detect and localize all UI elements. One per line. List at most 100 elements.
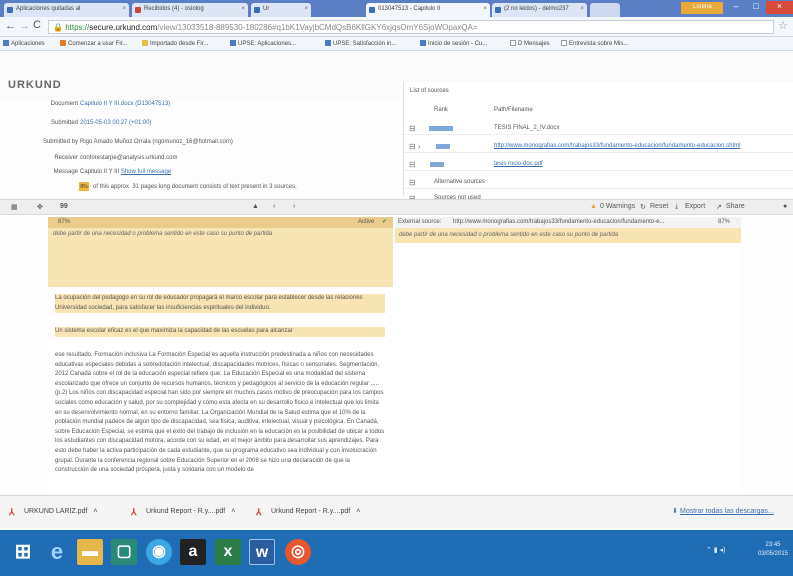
minimize-button[interactable]: – <box>726 1 746 14</box>
amazon-icon[interactable]: a <box>180 539 206 565</box>
page-icon <box>369 7 375 13</box>
bookmark-inicio-sesion[interactable]: Inicio de sesión - Cu... <box>420 40 487 47</box>
download-bar: ⅄ URKUND LARIZ.pdf ˄ ⅄ Urkund Report - R.y.… <box>0 495 793 528</box>
show-full-message-link[interactable]: Show full message <box>121 169 171 175</box>
download-icon: ⬇ <box>672 508 678 515</box>
forward-arrow-icon[interactable]: → <box>19 20 30 32</box>
show-all-downloads-link[interactable]: ⬇ Mostrar todas las descargas... <box>672 504 784 520</box>
windows-start-icon[interactable]: ⊞ <box>10 539 36 565</box>
firefox-icon[interactable]: ◉ <box>146 539 172 565</box>
warnings-button[interactable]: 0 Warnings <box>600 203 635 210</box>
col-rank: Rank <box>434 107 449 113</box>
bookmark-mensajes[interactable]: D Mensajes <box>510 40 550 47</box>
match-header[interactable]: 87% Active ✔ <box>48 217 393 228</box>
prev-arrow-icon[interactable]: ‹ <box>273 203 275 210</box>
submitted-label: Submitted <box>50 120 78 126</box>
chevron-up-icon[interactable]: ˄ <box>231 508 235 515</box>
help-icon[interactable]: ● <box>783 203 787 210</box>
external-source-quote: debe partir de una necesidad o problema … <box>395 228 741 243</box>
address-bar: ← → C 🔒 https://secure.urkund.com/view/1… <box>0 17 793 37</box>
reset-button[interactable]: Reset <box>650 203 668 210</box>
pdf-icon: ⅄ <box>9 507 15 517</box>
lock-icon: 🔒 <box>53 23 63 32</box>
user-profile-badge[interactable]: Lorena <box>681 2 723 14</box>
store-icon[interactable]: ▢ <box>111 539 137 565</box>
taskbar: ⊞ e ▬ ▢ ◉ a x w ◎ ⌃ ▮ ◂) 23:45 03/05/2015 <box>0 530 793 576</box>
word-icon[interactable]: w <box>249 539 275 565</box>
download-item[interactable]: ⅄ Urkund Report - R.y....pdf ˄ <box>130 504 245 520</box>
pdf-icon: ⅄ <box>131 507 137 517</box>
external-source-label: External source: <box>398 219 442 225</box>
chrome-icon[interactable]: ◎ <box>285 539 311 565</box>
bookmark-comenzar[interactable]: Comenzar a usar Fir... <box>60 40 127 47</box>
close-icon[interactable]: × <box>122 6 126 12</box>
rank-bar <box>430 162 444 167</box>
excel-icon[interactable]: x <box>215 539 241 565</box>
new-tab-button[interactable] <box>590 3 620 17</box>
bookmark-aplicaciones[interactable]: Aplicaciones <box>3 40 45 47</box>
tab-aplicaciones[interactable]: Aplicaciones quitadas al × <box>4 3 129 17</box>
tab-gmail[interactable]: Recibidos (4) - osiolog × <box>132 3 248 17</box>
external-source-header[interactable]: External source: http://www.monografias.… <box>395 217 741 228</box>
message-label: Message <box>53 169 78 175</box>
match-percent: 87% <box>58 219 71 225</box>
check-icon: ✔ <box>382 219 388 225</box>
expand-icon[interactable]: ⊟ › <box>409 142 421 151</box>
close-window-button[interactable]: × <box>766 1 793 14</box>
internet-explorer-icon[interactable]: e <box>44 539 70 565</box>
folder-icon <box>142 40 148 46</box>
receiver-label: Receiver <box>54 155 78 161</box>
next-arrow-icon[interactable]: › <box>293 203 295 210</box>
submitted-by-label: Submitted by <box>42 139 78 145</box>
source-row[interactable]: ⊟ tesis rocio-doc.pdf <box>404 158 793 171</box>
back-arrow-icon[interactable]: ← <box>5 20 16 32</box>
source-row-alternative[interactable]: ⊟ Alternative sources <box>404 176 793 189</box>
reload-icon[interactable]: C <box>33 19 41 31</box>
firefox-icon <box>60 40 66 46</box>
bookmark-importado[interactable]: Importado desde Fir... <box>142 40 208 47</box>
sources-panel: List of sources Rank Path/Filename ⊟ TESI… <box>403 82 793 203</box>
up-arrow-icon[interactable]: ▲ <box>252 203 259 210</box>
source-row[interactable]: ⊟ TESIS FINAL_2_IV.docx <box>404 122 793 135</box>
submitted-value: 2015-05-03 00:27 (+01:00) <box>80 120 152 126</box>
expand-icon[interactable]: ⊟ <box>409 178 416 187</box>
url-field[interactable]: 🔒 https://secure.urkund.com/view/1303351… <box>48 20 774 34</box>
bookmark-upse-satisfaccion[interactable]: UPSE: Satisfacción in... <box>325 40 396 47</box>
windows-icon <box>420 40 426 46</box>
quote-icon[interactable]: 99 <box>60 203 68 210</box>
match-status[interactable]: Active <box>358 219 374 225</box>
document-value[interactable]: Capitulo II Y III.docx (D13047513) <box>80 101 170 107</box>
tab-ur[interactable]: Ur × <box>251 3 311 17</box>
apps-icon <box>3 40 9 46</box>
close-icon[interactable]: × <box>483 6 487 12</box>
document-paragraph: Un sistema escolar eficaz es el que maxi… <box>55 327 385 337</box>
bookmark-entrevista[interactable]: Entrevista sobre Mis... <box>561 40 628 47</box>
clock[interactable]: 23:45 03/05/2015 <box>755 541 791 559</box>
external-source-url[interactable]: http://www.monografias.com/trabajos33/fu… <box>453 219 664 225</box>
bookmark-upse-aplicaciones[interactable]: UPSE: Aplicaciones... <box>230 40 296 47</box>
close-icon[interactable]: × <box>241 6 245 12</box>
close-icon[interactable]: × <box>580 6 584 12</box>
export-button[interactable]: Export <box>685 203 705 210</box>
bookmarks-bar: Aplicaciones Comenzar a usar Fir... Impo… <box>0 37 793 51</box>
download-item[interactable]: ⅄ Urkund Report - R.y....pdf ˄ <box>255 504 370 520</box>
similarity-summary: of this approx. 31 pages long document c… <box>93 184 297 190</box>
chevron-up-icon[interactable]: ˄ <box>93 508 97 515</box>
download-item[interactable]: ⅄ URKUND LARIZ.pdf ˄ <box>8 504 118 520</box>
share-button[interactable]: Share <box>726 203 745 210</box>
settings-icon[interactable]: ✥ <box>37 203 43 211</box>
system-tray-icons[interactable]: ⌃ ▮ ◂) <box>706 546 725 554</box>
tab-capitulo[interactable]: 013047513 - Capitulo II × <box>366 3 490 17</box>
star-icon[interactable]: ☆ <box>778 19 788 32</box>
expand-icon[interactable]: ⊟ <box>409 160 416 169</box>
close-icon[interactable]: × <box>304 6 308 12</box>
tab-correo[interactable]: (2 no leidos) - delmo237 × <box>492 3 587 17</box>
file-explorer-icon[interactable]: ▬ <box>77 539 103 565</box>
expand-icon[interactable]: ⊟ <box>409 124 416 133</box>
source-row[interactable]: ⊟ › http://www.monografias.com/trabajos33… <box>404 140 793 153</box>
grid-icon[interactable]: ▦ <box>11 203 18 211</box>
share-icon: ↗ <box>716 204 722 211</box>
chevron-up-icon[interactable]: ˄ <box>356 508 360 515</box>
maximize-button[interactable]: □ <box>746 1 766 14</box>
page-icon <box>510 40 516 46</box>
